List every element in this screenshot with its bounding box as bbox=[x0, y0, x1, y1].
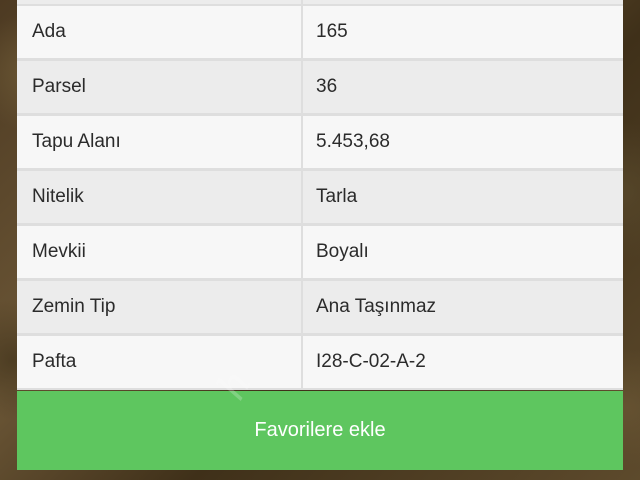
add-to-favorites-button[interactable]: Favorilere ekle bbox=[17, 391, 623, 470]
row-value: 36 bbox=[303, 61, 623, 113]
row-value: 5.453,68 bbox=[303, 116, 623, 168]
table-row-mevkii: Mevkii Boyalı bbox=[17, 226, 623, 278]
row-value: Ana Taşınmaz bbox=[303, 281, 623, 333]
row-value: 165 bbox=[303, 6, 623, 58]
row-label: Tapu Alanı bbox=[17, 116, 301, 168]
row-label: Parsel bbox=[17, 61, 301, 113]
table-row-tapu-alani: Tapu Alanı 5.453,68 bbox=[17, 116, 623, 168]
property-details-table: Ada 165 Parsel 36 Tapu Alanı 5.453,68 Ni… bbox=[17, 0, 623, 390]
table-row-nitelik: Nitelik Tarla bbox=[17, 171, 623, 223]
row-value: Boyalı bbox=[303, 226, 623, 278]
row-label: Nitelik bbox=[17, 171, 301, 223]
row-value: Tarla bbox=[303, 171, 623, 223]
row-label: Mevkii bbox=[17, 226, 301, 278]
table-row-parsel: Parsel 36 bbox=[17, 61, 623, 113]
table-row-zemin-tip: Zemin Tip Ana Taşınmaz bbox=[17, 281, 623, 333]
table-row-pafta: Pafta I28-C-02-A-2 bbox=[17, 336, 623, 388]
row-label: Zemin Tip bbox=[17, 281, 301, 333]
row-label: Ada bbox=[17, 6, 301, 58]
table-row-ada: Ada 165 bbox=[17, 6, 623, 58]
row-label: Pafta bbox=[17, 336, 301, 388]
row-value: I28-C-02-A-2 bbox=[303, 336, 623, 388]
previous-row-edge bbox=[17, 0, 623, 4]
